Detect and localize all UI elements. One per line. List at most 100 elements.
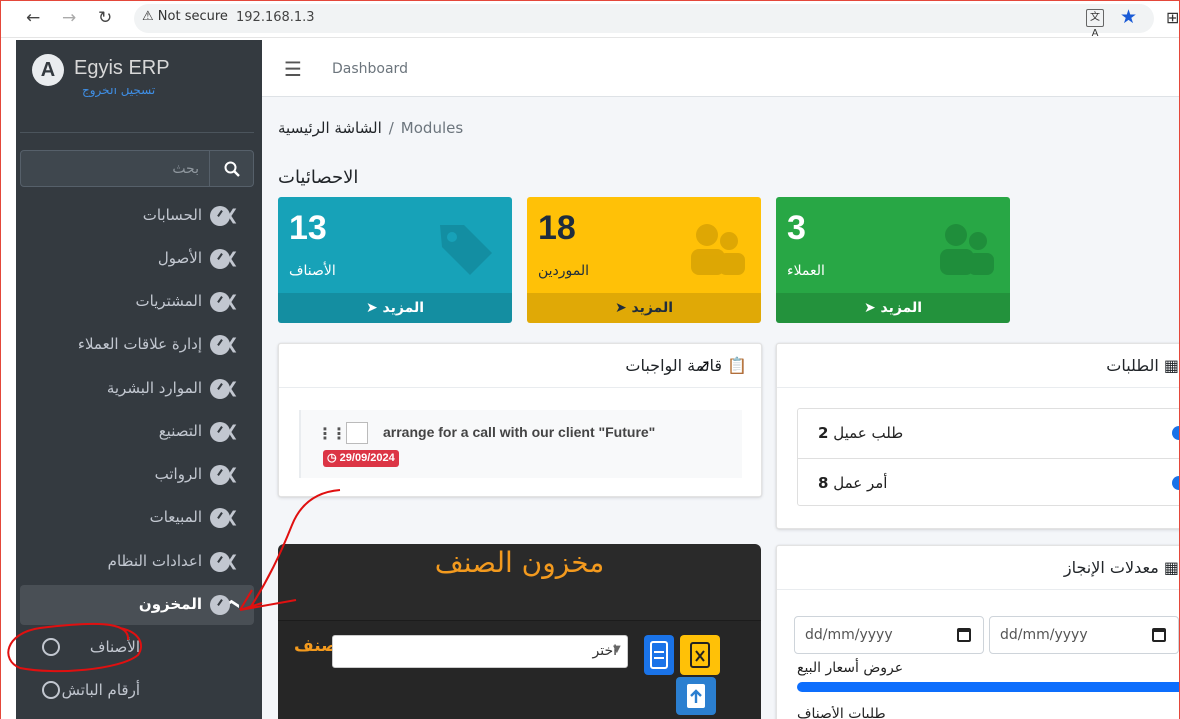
- todo-checkbox[interactable]: [346, 422, 368, 444]
- dashboard-gauge-icon: [210, 335, 230, 355]
- search-button[interactable]: [209, 151, 253, 186]
- address-bar[interactable]: ⚠ Not secure 192.168.1.3 文A ★: [134, 4, 1154, 39]
- sidebar-item-payroll[interactable]: ❮ الرواتب: [20, 455, 254, 495]
- app-root: ← → ↻ ⚠ Not secure 192.168.1.3 文A ★ ⊞ A …: [0, 0, 1180, 719]
- stat-caption: الأصناف: [289, 263, 336, 279]
- sidebar-item-label: الموارد البشرية: [106, 379, 202, 397]
- stats-heading: الاحصائيات: [278, 167, 359, 188]
- achievement-title-text: معدلات الإنجاز: [1063, 558, 1159, 577]
- date-from-value: dd/mm/yyyy: [805, 627, 893, 643]
- clipboard-icon: 📋: [727, 356, 747, 375]
- sidebar-search-input[interactable]: [21, 151, 209, 186]
- url-text[interactable]: 192.168.1.3: [236, 10, 315, 25]
- todo-card: ↗ ▦ 📋 قائمة الواجبات ⋮⋮ arrange for a ca…: [278, 343, 762, 497]
- item-select[interactable]: اختر ▼: [332, 635, 628, 668]
- sidebar-subitem-items[interactable]: الأصناف: [20, 628, 254, 668]
- request-item-label: أمر عمل: [833, 474, 888, 492]
- sidebar-item-label: الرواتب: [154, 465, 202, 483]
- sidebar-item-manufacturing[interactable]: ❮ التصنيع: [20, 412, 254, 452]
- users-icon: [932, 217, 996, 296]
- bookmark-star-icon[interactable]: ★: [1120, 6, 1137, 28]
- translate-icon[interactable]: 文A: [1086, 9, 1104, 39]
- sidebar-subitem-batch-numbers[interactable]: أرقام الباتش: [20, 671, 254, 711]
- due-date-badge: ◷ 29/09/2024: [323, 450, 399, 467]
- dashboard-link[interactable]: Dashboard: [332, 61, 408, 77]
- stat-number: 18: [538, 209, 576, 247]
- item-stock-panel: مخزون الصنف صنف اختر ▼: [278, 544, 761, 719]
- forward-icon[interactable]: →: [62, 8, 76, 28]
- export-excel-button[interactable]: [680, 635, 720, 675]
- dashboard-gauge-icon: [210, 379, 230, 399]
- users-icon: [683, 217, 747, 296]
- metric-label: عروض أسعار البيع: [797, 660, 904, 676]
- stat-box-items: 13 الأصناف ➤ المزيد: [278, 197, 512, 323]
- logout-link[interactable]: تسجيل الخروج: [82, 88, 155, 102]
- sidebar-item-hr[interactable]: ❮ الموارد البشرية: [20, 369, 254, 409]
- request-item-label: طلب عميل: [833, 424, 904, 442]
- progress-fill: [797, 682, 1180, 692]
- sidebar-item-label: الأصول: [157, 249, 202, 267]
- sidebar-subitem-label: الأصناف: [89, 638, 140, 656]
- breadcrumb-separator: /: [388, 119, 394, 137]
- security-warning[interactable]: ⚠ Not secure: [142, 9, 228, 24]
- file-upload-icon: [687, 684, 705, 708]
- upload-button[interactable]: [676, 677, 716, 715]
- stat-more-link[interactable]: ➤ المزيد: [527, 293, 761, 323]
- todo-item: ⋮⋮ arrange for a call with our client "F…: [299, 410, 742, 478]
- sidebar-item-label: التصنيع: [158, 422, 202, 440]
- achievement-title: ▦ معدلات الإنجاز: [1064, 558, 1179, 577]
- next-metric-label: طلبات الأصناف: [797, 706, 886, 719]
- back-icon[interactable]: ←: [26, 8, 40, 28]
- drag-handle-icon[interactable]: ⋮⋮: [317, 424, 347, 443]
- dashboard-gauge-icon: [210, 508, 230, 528]
- excel-file-icon: [690, 642, 710, 668]
- table-icon: ▦: [1163, 558, 1179, 577]
- card-header: ↗ ▦ 📋 قائمة الواجبات: [279, 344, 761, 388]
- requests-list: طلب عميل 2 أمر عمل 8: [797, 408, 1180, 506]
- date-from-input[interactable]: dd/mm/yyyy: [794, 616, 984, 654]
- achievement-card: ▦ معدلات الإنجاز dd/mm/yyyy dd/mm/yyyy ع…: [776, 545, 1180, 719]
- dashboard-gauge-icon: [210, 249, 230, 269]
- hamburger-menu-icon[interactable]: ☰: [284, 57, 302, 81]
- calendar-icon[interactable]: [1152, 628, 1166, 642]
- calendar-icon[interactable]: [957, 628, 971, 642]
- document-icon: [650, 641, 668, 669]
- circle-icon: [42, 681, 60, 699]
- sidebar-item-purchases[interactable]: ❮ المشتريات: [20, 282, 254, 322]
- brand-logo-icon: A: [32, 54, 64, 86]
- stat-number: 3: [787, 209, 806, 247]
- stat-caption: الموردين: [538, 263, 590, 279]
- top-navbar: ☰ Dashboard: [262, 40, 1180, 97]
- todo-title-text: قائمة الواجبات: [625, 356, 722, 375]
- card-header: ▦ معدلات الإنجاز: [777, 546, 1180, 590]
- arrow-circle-right-icon: ➤: [614, 300, 627, 316]
- reload-icon[interactable]: ↻: [98, 8, 112, 28]
- dashboard-gauge-icon: [210, 422, 230, 442]
- panel-body: صنف اختر ▼: [278, 620, 761, 719]
- date-to-input[interactable]: dd/mm/yyyy: [989, 616, 1179, 654]
- stat-more-link[interactable]: ➤ المزيد: [278, 293, 512, 323]
- dashboard-gauge-icon: [210, 552, 230, 572]
- stat-more-label: المزيد: [631, 300, 674, 316]
- sidebar-subitem-label: أرقام الباتش: [61, 681, 140, 699]
- breadcrumb-home[interactable]: الشاشة الرئيسية: [278, 119, 382, 137]
- list-item[interactable]: أمر عمل 8: [798, 458, 1180, 507]
- extension-icon[interactable]: ⊞: [1166, 8, 1179, 27]
- document-button[interactable]: [644, 635, 674, 675]
- sidebar: A Egyis ERP تسجيل الخروج ❮ الحسابات ❮ ال…: [16, 40, 262, 719]
- sidebar-item-label: إدارة علاقات العملاء: [77, 335, 202, 353]
- stat-more-link[interactable]: ➤ المزيد: [776, 293, 1010, 323]
- sidebar-item-assets[interactable]: ❮ الأصول: [20, 239, 254, 279]
- sidebar-item-label: المشتريات: [135, 292, 202, 310]
- sidebar-item-settings[interactable]: ❮ اعدادات النظام: [20, 542, 254, 582]
- sidebar-item-label: الحسابات: [142, 206, 202, 224]
- list-item[interactable]: طلب عميل 2: [798, 409, 1180, 458]
- requests-title-text: الطلبات: [1106, 356, 1159, 375]
- sidebar-item-inventory[interactable]: ❮ المخزون: [20, 585, 254, 625]
- table-icon: ▦: [1163, 356, 1179, 375]
- sidebar-item-accounts[interactable]: ❮ الحسابات: [20, 196, 254, 236]
- sidebar-item-sales[interactable]: ❮ المبيعات: [20, 498, 254, 538]
- security-label: Not secure: [157, 9, 228, 24]
- sidebar-item-crm[interactable]: ❮ إدارة علاقات العملاء: [20, 325, 254, 365]
- arrow-circle-right-icon: ➤: [365, 300, 378, 316]
